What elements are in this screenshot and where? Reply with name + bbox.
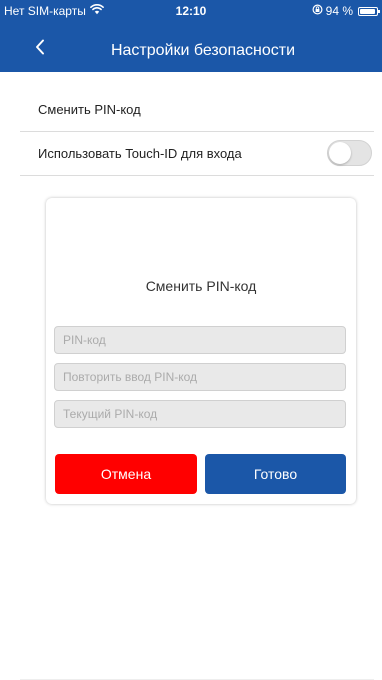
app-header: Нет SIM-карты 12:10 94 % Настройки безоп… [0,0,382,72]
back-button[interactable] [30,37,50,61]
change-pin-label: Сменить PIN-код [38,102,141,117]
page-title: Настройки безопасности [110,42,296,59]
status-bar: Нет SIM-карты 12:10 94 % [0,0,382,22]
battery-level [360,8,376,14]
battery-percent: 94 % [325,4,353,18]
status-right-group: 94 % [312,4,380,18]
orientation-lock-icon [312,4,323,18]
touch-id-label: Использовать Touch-ID для входа [38,146,242,161]
current-pin-input[interactable] [54,400,346,428]
battery-icon [358,6,380,16]
chevron-left-icon [35,39,45,60]
change-pin-dialog: Сменить PIN-код Отмена Готово [46,198,356,504]
toggle-knob [329,142,351,164]
settings-list: Сменить PIN-код Использовать Touch-ID дл… [20,88,374,176]
pin-input[interactable] [54,326,346,354]
cancel-button[interactable]: Отмена [55,454,197,494]
dialog-title: Сменить PIN-код [145,278,257,294]
done-button[interactable]: Готово [205,454,346,494]
touch-id-row: Использовать Touch-ID для входа [20,132,374,176]
repeat-pin-input[interactable] [54,363,346,391]
nav-bar: Настройки безопасности [0,34,382,68]
touch-id-toggle[interactable] [327,140,372,166]
change-pin-row[interactable]: Сменить PIN-код [20,88,374,132]
